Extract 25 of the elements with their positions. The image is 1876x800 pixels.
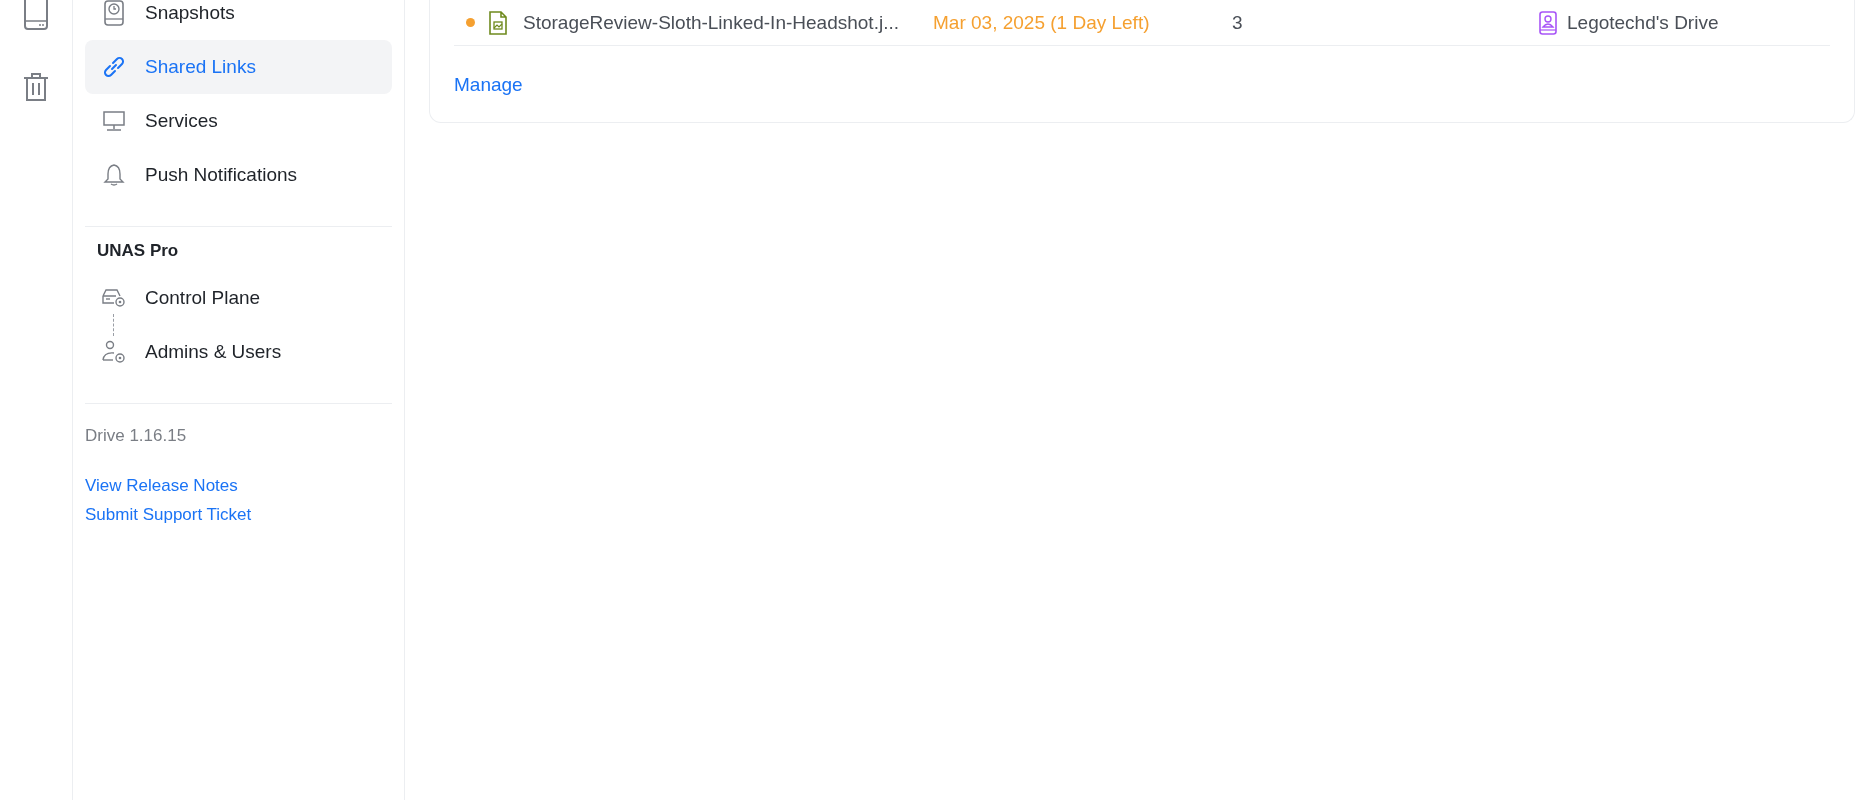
view-count: 3 bbox=[1232, 11, 1244, 34]
drive-clock-icon bbox=[101, 0, 127, 26]
sidebar-item[interactable]: Push Notifications bbox=[85, 148, 392, 202]
bell-icon bbox=[101, 163, 127, 187]
trash-icon[interactable] bbox=[23, 72, 49, 102]
file-name: StorageReview-Sloth-Linked-In-Headshot.j... bbox=[523, 11, 900, 34]
link-icon bbox=[101, 55, 127, 79]
drive-name: Legotechd's Drive bbox=[1567, 11, 1719, 34]
monitor-icon bbox=[101, 110, 127, 132]
sidebar-link[interactable]: View Release Notes bbox=[85, 476, 238, 496]
sidebar-item[interactable]: Services bbox=[85, 94, 392, 148]
user-drive-icon bbox=[1539, 10, 1557, 35]
sidebar-link[interactable]: Submit Support Ticket bbox=[85, 505, 252, 525]
user-gear-icon bbox=[101, 340, 127, 364]
drive-icon[interactable] bbox=[22, 0, 50, 30]
manage-link[interactable]: Manage bbox=[454, 74, 523, 96]
server-gear-icon bbox=[101, 287, 127, 309]
sidebar-item[interactable]: Admins & Users bbox=[85, 325, 392, 379]
sidebar-item[interactable]: Snapshots bbox=[85, 0, 392, 40]
version-text: Drive 1.16.15 bbox=[85, 426, 188, 446]
sidebar-item[interactable]: Shared Links bbox=[85, 40, 392, 94]
image-file-icon bbox=[489, 10, 507, 35]
section-title: UNAS Pro bbox=[96, 240, 180, 262]
sidebar-item[interactable]: Control Plane bbox=[85, 271, 392, 325]
expiry-date: Mar 03, 2025 (1 Day Left) bbox=[933, 11, 1151, 34]
